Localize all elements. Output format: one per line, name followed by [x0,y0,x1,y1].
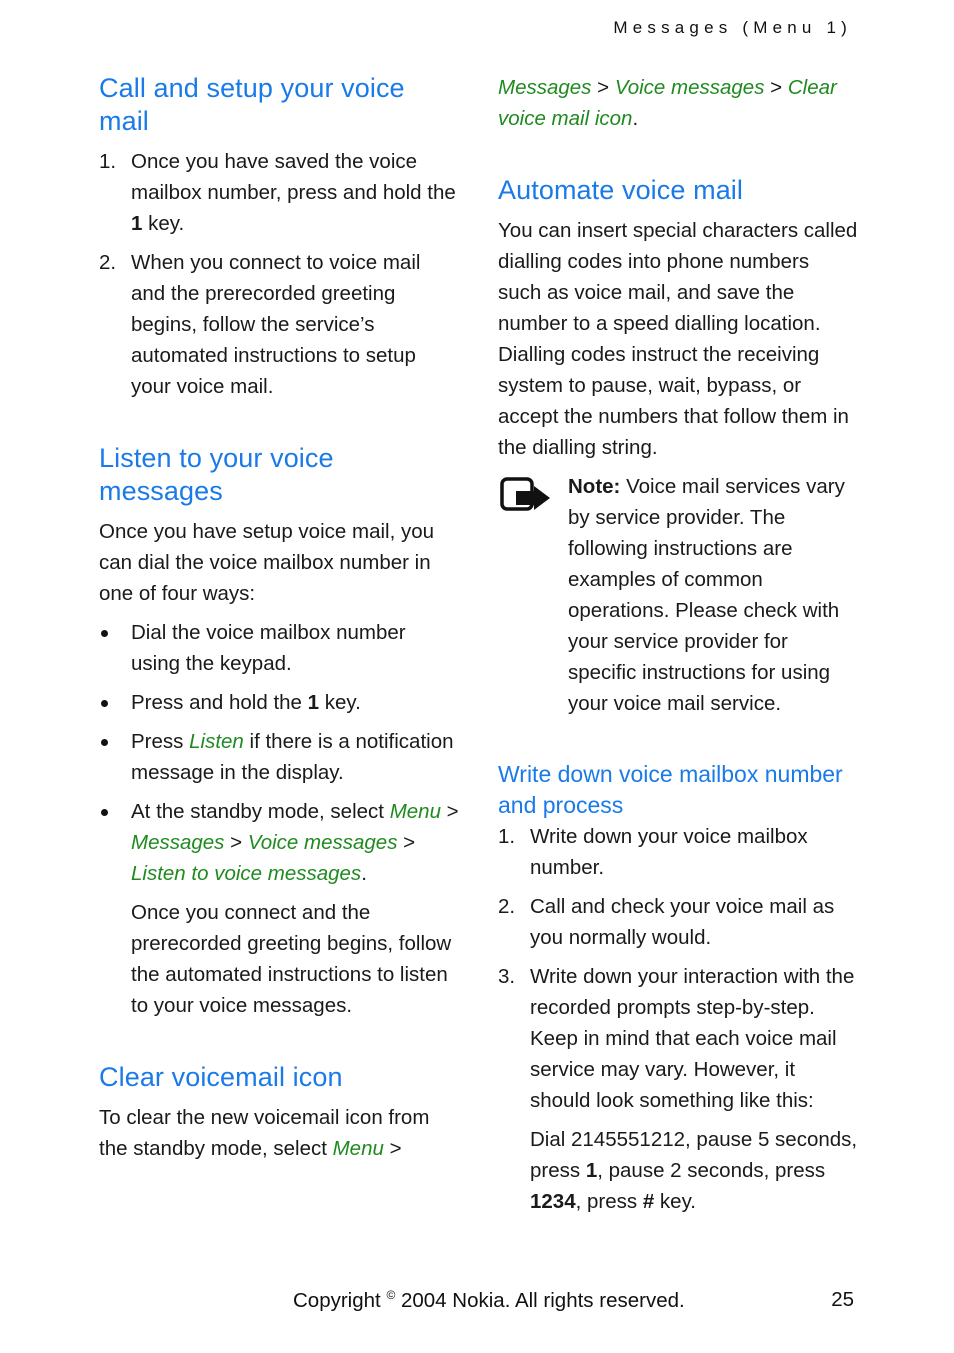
listen-followup: Once you connect and the prerecorded gre… [131,901,452,1017]
menu-link-listen: Listen [189,730,244,753]
note-box: Note: Voice mail services vary by servic… [498,471,858,719]
clear-path-continued: Messages > Voice messages > Clear voice … [498,76,837,130]
bullet-icon [101,630,108,637]
listen-bullets: Dial the voice mailbox number using the … [99,617,459,1021]
heading-call-setup: Call and setup your voice mail [99,73,405,136]
list-item: At the standby mode, select Menu > Messa… [99,796,459,1021]
heading-listen: Listen to your voice messages [99,443,334,506]
heading-clear-voicemail: Clear voicemail icon [99,1062,343,1092]
list-item: 1. Write down your voice mailbox number. [498,825,808,879]
right-column: Messages > Voice messages > Clear voice … [498,72,858,1217]
list-item: 3. Write down your interaction with the r… [498,961,858,1217]
bullet-icon [101,700,108,707]
page-number: 25 [831,1288,854,1311]
list-item: Dial the voice mailbox number using the … [99,617,459,679]
copyright-footer: Copyright © 2004 Nokia. All rights reser… [293,1288,685,1312]
list-item: Press Listen if there is a notification … [99,726,459,788]
clear-text: To clear the new voicemail icon from the… [99,1106,430,1160]
note-icon [500,477,550,511]
dial-example: Dial 2145551212, pause 5 seconds, press … [530,1128,858,1213]
list-item: 2. When you connect to voice mail and the… [99,251,421,398]
running-header: Messages (Menu 1) [613,18,852,37]
automate-body: You can insert special characters called… [498,219,858,459]
heading-automate: Automate voice mail [498,175,744,205]
list-item: 1. Once you have saved the voice mailbox … [99,150,456,235]
listen-intro: Once you have setup voice mail, you can … [99,520,435,605]
call-setup-steps: 1. Once you have saved the voice mailbox … [99,146,459,402]
bullet-icon [101,809,108,816]
list-item: Press and hold the 1 key. [99,687,459,718]
write-down-steps: 1. Write down your voice mailbox number. … [498,821,858,1217]
bullet-icon [101,739,108,746]
heading-write-down: Write down voice mailbox number and proc… [498,761,843,818]
left-column: Call and setup your voice mail 1. Once yo… [99,72,459,1164]
list-item: 2. Call and check your voice mail as you … [498,895,835,949]
